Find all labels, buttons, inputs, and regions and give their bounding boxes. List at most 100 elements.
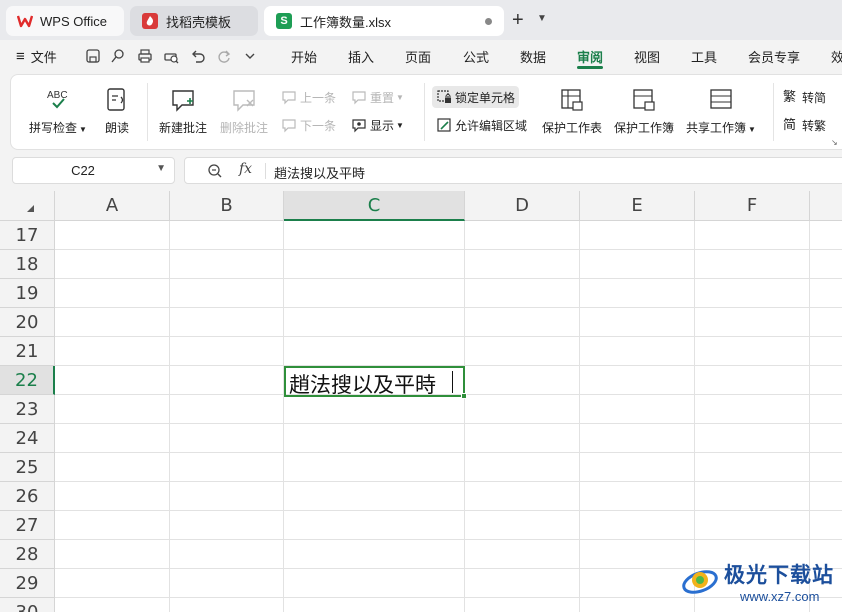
tab-list-chevron-icon[interactable]: ▼ <box>537 13 547 24</box>
gridline <box>55 249 842 250</box>
review-ribbon: ABC 拼写检查 ▼ 朗读 新建批注 删除批注 上一条 下一条 重置 ▼ 显示 ▼ <box>10 74 842 150</box>
name-box-chevron-icon[interactable]: ▼ <box>156 163 166 174</box>
tab-wps-office[interactable]: WPS Office <box>6 6 124 36</box>
print-icon[interactable] <box>137 48 153 64</box>
tab-data[interactable]: 数据 <box>520 40 546 72</box>
protect-workbook-button[interactable]: 保护工作簿 <box>614 87 674 136</box>
gridline <box>55 307 842 308</box>
tab-view[interactable]: 视图 <box>634 40 660 72</box>
row-header-24[interactable]: 24 <box>0 424 55 453</box>
zoom-icon[interactable] <box>207 163 223 179</box>
spreadsheet-grid[interactable]: A B C D E F 17 18 19 20 21 22 23 24 25 2… <box>0 191 842 612</box>
tab-page[interactable]: 页面 <box>405 40 431 72</box>
tab-effects[interactable]: 效 <box>831 40 842 72</box>
redo-icon[interactable] <box>216 48 232 64</box>
spell-check-caret-icon: ▼ <box>79 125 87 134</box>
row-header-22[interactable]: 22 <box>0 366 55 395</box>
previous-comment-button[interactable]: 上一条 <box>281 87 336 107</box>
tab-template[interactable]: 找稻壳模板 <box>130 6 258 36</box>
gridline <box>169 221 170 612</box>
show-comments-button[interactable]: 显示 ▼ <box>351 115 404 135</box>
print-preview-icon[interactable] <box>163 48 179 64</box>
formula-input[interactable]: 趙法搜以及平時 <box>274 163 365 182</box>
tab-tools[interactable]: 工具 <box>691 40 717 72</box>
column-header-b[interactable]: B <box>170 191 284 221</box>
column-header-c[interactable]: C <box>284 191 465 221</box>
row-header-26[interactable]: 26 <box>0 482 55 511</box>
spell-check-icon: ABC <box>47 90 68 109</box>
row-header-29[interactable]: 29 <box>0 569 55 598</box>
ribbon-divider <box>424 83 425 141</box>
formula-bar: fx 趙法搜以及平時 <box>184 157 842 184</box>
next-comment-button[interactable]: 下一条 <box>281 115 336 135</box>
fx-icon[interactable]: fx <box>239 161 252 177</box>
tab-start[interactable]: 开始 <box>291 40 317 72</box>
row-header-25[interactable]: 25 <box>0 453 55 482</box>
row-header-20[interactable]: 20 <box>0 308 55 337</box>
reset-comments-button[interactable]: 重置 ▼ <box>351 87 404 107</box>
to-traditional-button[interactable]: 简 转繁 <box>783 115 826 135</box>
title-tab-bar: WPS Office 找稻壳模板 S 工作簿数量.xlsx + ▼ <box>0 0 842 40</box>
to-simplified-button[interactable]: 繁 转简 <box>783 87 826 107</box>
allow-edit-range-label: 允许编辑区域 <box>455 118 528 133</box>
share-workbook-button[interactable]: 共享工作簿 ▼ <box>686 87 756 136</box>
read-aloud-icon <box>107 88 125 111</box>
fill-handle[interactable] <box>461 393 467 399</box>
row-header-17[interactable]: 17 <box>0 221 55 250</box>
row-header-18[interactable]: 18 <box>0 250 55 279</box>
tab-insert[interactable]: 插入 <box>348 40 374 72</box>
ribbon-divider <box>147 83 148 141</box>
allow-edit-range-icon <box>437 118 451 132</box>
next-comment-label: 下一条 <box>300 118 337 133</box>
share-link-icon[interactable] <box>110 48 126 64</box>
column-header-d[interactable]: D <box>465 191 580 221</box>
to-traditional-label: 转繁 <box>802 118 827 133</box>
delete-comment-button[interactable]: 删除批注 <box>220 87 268 136</box>
save-icon[interactable] <box>85 48 101 64</box>
tab-workbook[interactable]: S 工作簿数量.xlsx <box>264 6 504 36</box>
undo-icon[interactable] <box>190 48 206 64</box>
template-logo-icon <box>142 13 158 29</box>
protect-sheet-button[interactable]: 保护工作表 <box>542 87 602 136</box>
previous-comment-icon <box>282 91 296 105</box>
name-box[interactable]: C22 ▼ <box>12 157 175 184</box>
show-caret-icon: ▼ <box>396 120 404 130</box>
row-header-28[interactable]: 28 <box>0 540 55 569</box>
row-header-27[interactable]: 27 <box>0 511 55 540</box>
spreadsheet-icon: S <box>276 13 292 29</box>
menu-bar: ≡ 文件 开始 插入 页面 公式 数据 审阅 视图 工具 会员专享 效 <box>0 40 842 72</box>
watermark-title: 极光下载站 <box>724 564 834 587</box>
show-comments-icon <box>352 119 366 133</box>
active-cell-c22[interactable] <box>284 366 467 399</box>
delete-comment-label: 删除批注 <box>220 121 269 135</box>
column-header-e[interactable]: E <box>580 191 695 221</box>
new-comment-button[interactable]: 新建批注 <box>159 87 207 136</box>
wps-logo-icon <box>16 13 34 29</box>
spell-check-button[interactable]: ABC 拼写检查 ▼ <box>29 87 87 136</box>
unsaved-dot-icon[interactable] <box>485 18 492 25</box>
row-header-23[interactable]: 23 <box>0 395 55 424</box>
tab-formula[interactable]: 公式 <box>463 40 489 72</box>
row-header-19[interactable]: 19 <box>0 279 55 308</box>
tab-review[interactable]: 审阅 <box>577 40 604 72</box>
gridline <box>55 336 842 337</box>
cell-reference: C22 <box>71 163 95 178</box>
new-tab-plus-icon[interactable]: + <box>512 9 524 31</box>
row-header-30[interactable]: 30 <box>0 598 55 612</box>
tab-template-label: 找稻壳模板 <box>166 14 232 30</box>
lock-cell-button[interactable]: 锁定单元格 <box>432 86 520 108</box>
tab-member[interactable]: 会员专享 <box>748 40 800 72</box>
read-aloud-button[interactable]: 朗读 <box>104 87 130 136</box>
allow-edit-range-button[interactable]: 允许编辑区域 <box>436 115 527 135</box>
column-header-f[interactable]: F <box>695 191 810 221</box>
share-workbook-icon <box>710 89 732 109</box>
column-header-a[interactable]: A <box>55 191 170 221</box>
select-all-corner[interactable] <box>0 191 55 221</box>
file-menu[interactable]: ≡ 文件 <box>16 40 57 72</box>
row-header-21[interactable]: 21 <box>0 337 55 366</box>
ribbon-expand-icon[interactable]: ↘ <box>831 138 838 147</box>
column-header-g[interactable] <box>810 191 842 221</box>
next-comment-icon <box>282 119 296 133</box>
reset-icon <box>352 91 366 105</box>
quick-access-more-icon[interactable] <box>242 48 258 64</box>
